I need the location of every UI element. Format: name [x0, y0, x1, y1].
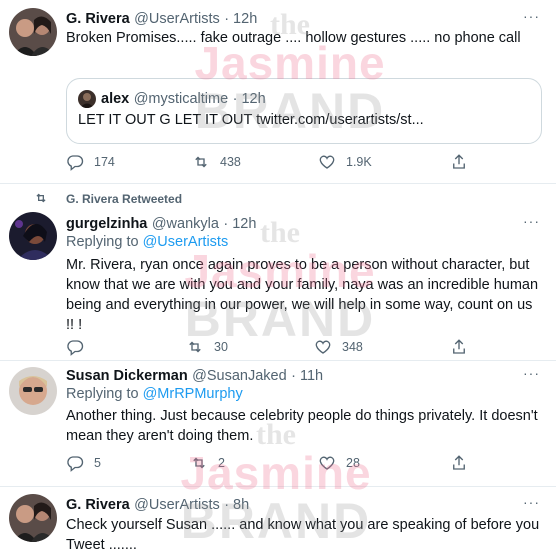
share-icon: [453, 339, 465, 354]
more-icon[interactable]: ···: [523, 365, 540, 381]
more-icon[interactable]: ···: [523, 8, 540, 24]
display-name[interactable]: G. Rivera: [66, 11, 130, 27]
retweet-indicator-icon: [36, 193, 46, 203]
tweet-actions: 174 438 1.9K: [66, 153, 536, 173]
share-icon: [453, 154, 465, 169]
like-button[interactable]: 28: [318, 454, 360, 472]
retweet-count: 30: [214, 340, 228, 354]
reply-button[interactable]: 5: [66, 454, 101, 472]
like-button[interactable]: 348: [314, 338, 363, 356]
tweet-text: Another thing. Just because celebrity pe…: [66, 408, 538, 444]
tweet-1[interactable]: G. Rivera @UserArtists · 12h ··· Broken …: [0, 0, 556, 183]
quote-display-name: alex: [101, 91, 130, 107]
like-count: 348: [342, 340, 363, 354]
user-handle[interactable]: @SusanJaked: [192, 368, 287, 384]
retweet-icon: [189, 341, 201, 353]
divider: [0, 183, 556, 184]
avatar[interactable]: [9, 212, 57, 260]
replying-to-handle[interactable]: @MrRPMurphy: [143, 386, 243, 402]
reply-count: 174: [94, 155, 115, 169]
share-button[interactable]: [450, 153, 478, 171]
like-button[interactable]: 1.9K: [318, 153, 372, 171]
tweet-header: G. Rivera @UserArtists · 12h: [66, 10, 257, 28]
tweet-4[interactable]: G. Rivera @UserArtists · 8h ··· Check yo…: [0, 487, 556, 552]
reply-icon: [67, 155, 84, 171]
quote-text: LET IT OUT G LET IT OUT twitter.com/user…: [78, 112, 424, 128]
timestamp[interactable]: · 12h: [224, 11, 257, 27]
timestamp[interactable]: · 8h: [224, 497, 249, 513]
share-icon: [453, 455, 465, 470]
like-count: 28: [346, 456, 360, 470]
quote-time: · 12h: [232, 91, 266, 107]
avatar[interactable]: [9, 494, 57, 542]
retweet-icon: [193, 457, 205, 469]
display-name[interactable]: Susan Dickerman: [66, 368, 188, 384]
tweet-2[interactable]: gurgelzinha @wankyla · 12h ··· Replying …: [0, 204, 556, 360]
avatar[interactable]: [9, 367, 57, 415]
reply-icon: [67, 456, 84, 472]
tweet-3[interactable]: Susan Dickerman @SusanJaked · 11h ··· Re…: [0, 361, 556, 486]
retweet-count: 2: [218, 456, 225, 470]
quoted-tweet[interactable]: alex @mysticaltime · 12h LET IT OUT G LE…: [66, 78, 542, 144]
retweet-button[interactable]: 438: [192, 153, 241, 171]
quote-header: alex @mysticaltime · 12h: [101, 90, 266, 108]
avatar[interactable]: [9, 8, 57, 56]
retweet-button[interactable]: 30: [186, 338, 228, 356]
display-name[interactable]: G. Rivera: [66, 497, 130, 513]
tweet-actions: 5 2 28: [66, 454, 536, 474]
tweet-actions: 30 348: [66, 338, 536, 358]
reply-icon: [67, 340, 84, 356]
like-count: 1.9K: [346, 155, 372, 169]
reply-button[interactable]: 174: [66, 153, 115, 171]
timestamp[interactable]: · 11h: [291, 368, 323, 384]
replying-to-label: Replying to: [66, 386, 139, 402]
quote-avatar: [78, 90, 96, 108]
display-name[interactable]: gurgelzinha: [66, 216, 147, 232]
retweet-count: 438: [220, 155, 241, 169]
share-button[interactable]: [450, 338, 478, 356]
replying-to-label: Replying to: [66, 234, 139, 250]
retweet-button[interactable]: 2: [190, 454, 225, 472]
user-handle[interactable]: @UserArtists: [134, 497, 220, 513]
tweet-text: Broken Promises..... fake outrage .... h…: [66, 30, 521, 46]
quote-handle: @mysticaltime: [133, 91, 229, 107]
tweet-header: G. Rivera @UserArtists · 8h: [66, 496, 249, 514]
reply-count: 5: [94, 456, 101, 470]
like-icon: [315, 340, 331, 354]
share-button[interactable]: [450, 454, 478, 472]
reply-button[interactable]: [66, 338, 94, 356]
user-handle[interactable]: @wankyla: [152, 216, 219, 232]
tweet-header: gurgelzinha @wankyla · 12h: [66, 215, 256, 233]
more-icon[interactable]: ···: [523, 213, 540, 229]
user-handle[interactable]: @UserArtists: [134, 11, 220, 27]
like-icon: [319, 155, 335, 169]
retweet-icon: [195, 156, 207, 168]
timestamp[interactable]: · 12h: [223, 216, 256, 232]
more-icon[interactable]: ···: [523, 494, 540, 510]
tweet-text: Check yourself Susan ...... and know wha…: [66, 517, 540, 552]
replying-to: Replying to @UserArtists: [66, 234, 228, 250]
replying-to-handle[interactable]: @UserArtists: [143, 234, 229, 250]
tweet-text: Mr. Rivera, ryan once again proves to be…: [66, 257, 539, 333]
tweet-header: Susan Dickerman @SusanJaked · 11h: [66, 367, 323, 385]
replying-to: Replying to @MrRPMurphy: [66, 386, 243, 402]
like-icon: [319, 456, 335, 470]
